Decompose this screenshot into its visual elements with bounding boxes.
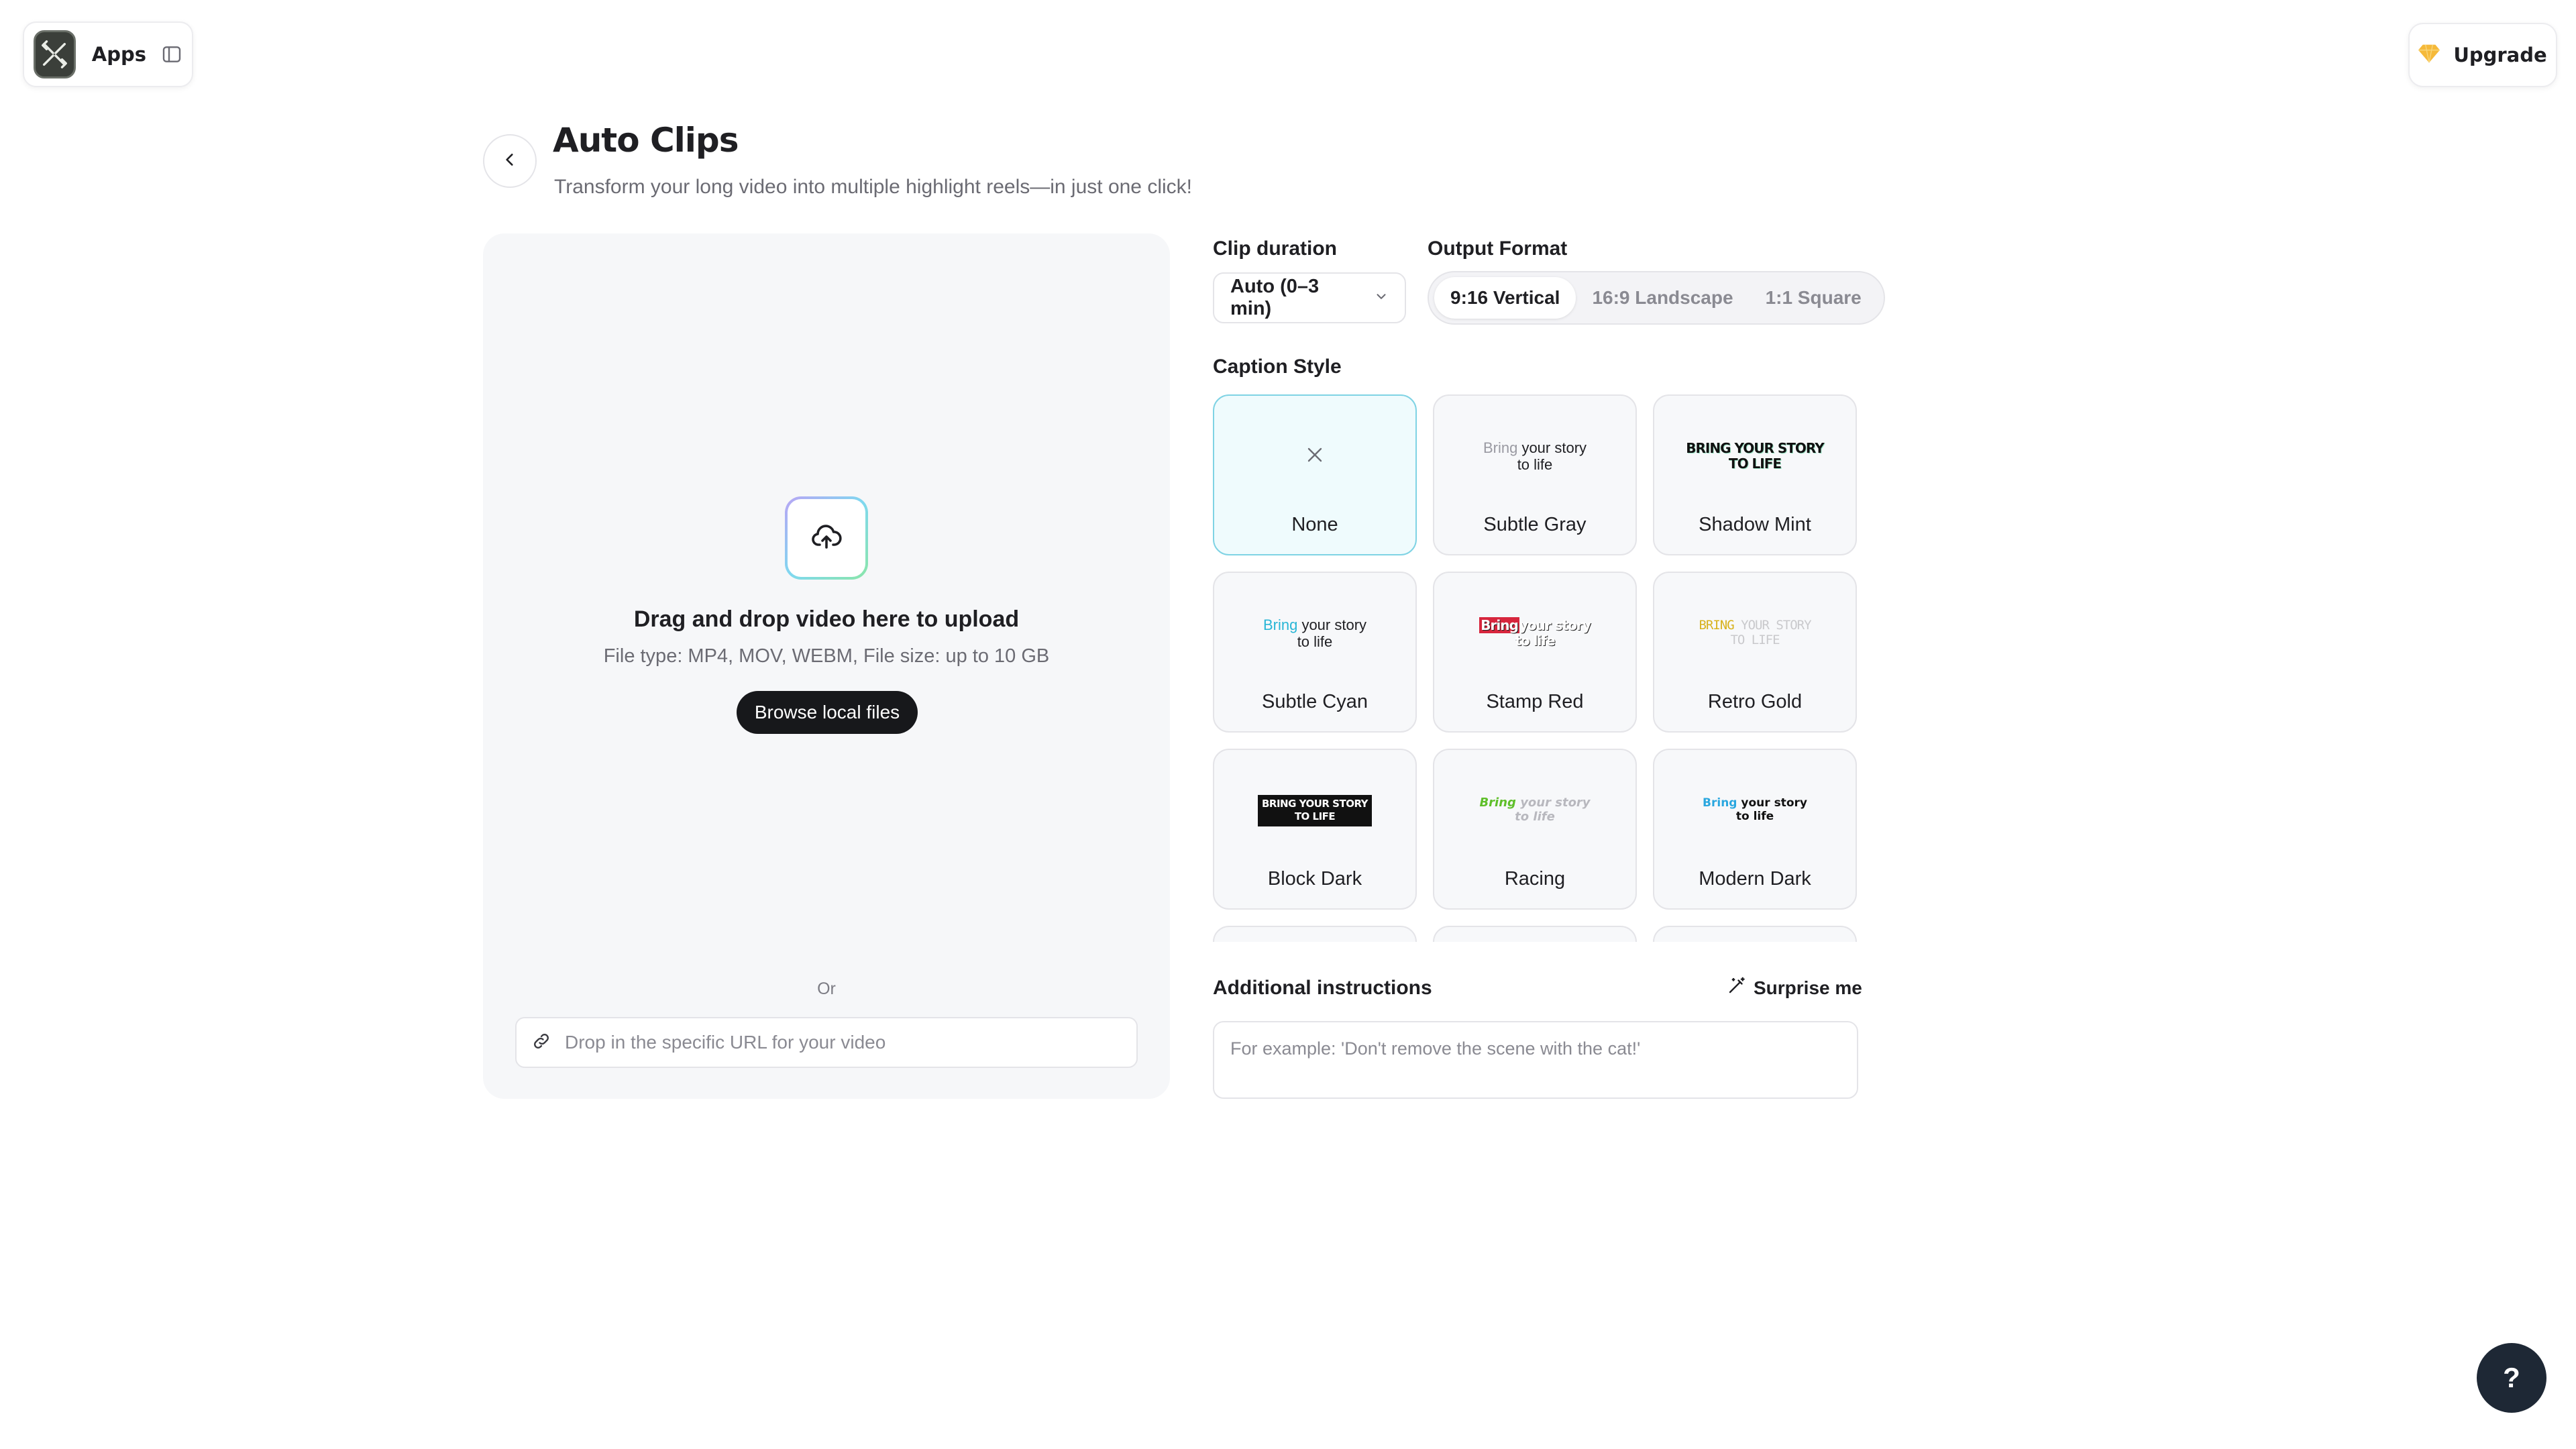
clip-duration-label: Clip duration <box>1213 237 1337 260</box>
caption-option-stamp-red[interactable]: Bring your story to life Stamp Red <box>1433 572 1637 733</box>
back-button[interactable] <box>483 134 537 188</box>
caption-option-name: Block Dark <box>1267 868 1362 890</box>
page-title: Auto Clips <box>553 121 739 160</box>
caption-preview: Bring your story to life <box>1703 796 1807 823</box>
caption-option-none[interactable]: None <box>1213 394 1417 555</box>
link-icon <box>531 1031 551 1055</box>
chevron-down-icon <box>1374 287 1389 309</box>
caption-option-name: Racing <box>1504 868 1566 890</box>
caption-preview: Bring your story to life <box>1483 439 1587 473</box>
caption-option-retro-gold[interactable]: BRING YOUR STORY TO LIFE Retro Gold <box>1653 572 1857 733</box>
caption-option-partial[interactable] <box>1433 926 1637 942</box>
caption-option-block-dark[interactable]: BRING YOUR STORY TO LIFE Block Dark <box>1213 749 1417 910</box>
upload-title: Drag and drop video here to upload <box>633 606 1020 632</box>
clip-duration-select[interactable]: Auto (0–3 min) <box>1213 272 1406 323</box>
caption-preview: Bring your story to life <box>1479 617 1591 649</box>
caption-option-partial[interactable] <box>1653 926 1857 942</box>
upload-icon-frame <box>785 496 868 580</box>
caption-option-partial[interactable] <box>1213 926 1417 942</box>
caption-option-racing[interactable]: Bring your story to life Racing <box>1433 749 1637 910</box>
output-format-label: Output Format <box>1428 237 1568 260</box>
additional-instructions-input[interactable]: For example: 'Don't remove the scene wit… <box>1213 1021 1858 1099</box>
caption-option-name: Modern Dark <box>1699 868 1811 890</box>
caption-preview: Bring your story to life <box>1263 616 1367 650</box>
chevron-left-icon <box>501 151 519 172</box>
cloud-upload-icon <box>810 521 843 556</box>
format-option-landscape[interactable]: 16:9 Landscape <box>1576 277 1749 319</box>
caption-option-subtle-gray[interactable]: Bring your story to life Subtle Gray <box>1433 394 1637 555</box>
additional-instructions-label: Additional instructions <box>1213 977 1432 999</box>
upgrade-button[interactable]: Upgrade <box>2408 23 2557 87</box>
caption-style-grid: None Bring your story to life Subtle Gray… <box>1213 394 1857 942</box>
caption-option-name: Shadow Mint <box>1699 514 1811 535</box>
sidebar-toggle-icon[interactable] <box>161 44 182 65</box>
caption-preview: BRING YOUR STORY TO LIFE <box>1699 618 1811 647</box>
format-option-square[interactable]: 1:1 Square <box>1750 277 1878 319</box>
caption-option-name: None <box>1291 514 1338 535</box>
browse-local-files-button[interactable]: Browse local files <box>737 691 918 734</box>
caption-option-name: Subtle Gray <box>1483 514 1587 535</box>
output-format-toggle: 9:16 Vertical 16:9 Landscape 1:1 Square <box>1428 271 1885 325</box>
caption-option-name: Retro Gold <box>1707 691 1803 712</box>
apps-label: Apps <box>91 43 146 66</box>
upload-file-requirements: File type: MP4, MOV, WEBM, File size: up… <box>603 645 1050 667</box>
caption-preview: BRING YOUR STORY TO LIFE <box>1257 794 1373 826</box>
caption-option-modern-dark[interactable]: Bring your story to life Modern Dark <box>1653 749 1857 910</box>
gem-icon <box>2418 44 2440 67</box>
upload-dropzone[interactable]: Drag and drop video here to upload File … <box>483 233 1170 1099</box>
caption-style-label: Caption Style <box>1213 356 1342 378</box>
caption-option-shadow-mint[interactable]: BRING YOUR STORY TO LIFE Shadow Mint <box>1653 394 1857 555</box>
caption-option-name: Subtle Cyan <box>1262 691 1368 712</box>
video-url-placeholder: Drop in the specific URL for your video <box>565 1032 886 1053</box>
caption-option-name: Stamp Red <box>1486 691 1584 712</box>
magic-wand-icon <box>1727 975 1747 1000</box>
page-subtitle: Transform your long video into multiple … <box>554 176 1192 198</box>
apps-switcher[interactable]: Apps <box>23 21 193 87</box>
clip-duration-value: Auto (0–3 min) <box>1230 276 1320 319</box>
format-option-vertical[interactable]: 9:16 Vertical <box>1434 277 1576 319</box>
upgrade-label: Upgrade <box>2453 44 2547 66</box>
help-button[interactable]: ? <box>2477 1343 2546 1413</box>
video-url-input[interactable]: Drop in the specific URL for your video <box>515 1017 1138 1068</box>
or-divider-label: Or <box>817 979 836 998</box>
surprise-me-button[interactable]: Surprise me <box>1727 975 1862 1000</box>
surprise-me-label: Surprise me <box>1754 977 1862 998</box>
caption-preview: Bring your story to life <box>1479 796 1591 824</box>
caption-option-subtle-cyan[interactable]: Bring your story to life Subtle Cyan <box>1213 572 1417 733</box>
app-logo-icon <box>34 30 76 78</box>
close-icon <box>1303 443 1327 470</box>
caption-preview: BRING YOUR STORY TO LIFE <box>1686 440 1824 472</box>
additional-instructions-placeholder: For example: 'Don't remove the scene wit… <box>1230 1038 1641 1059</box>
